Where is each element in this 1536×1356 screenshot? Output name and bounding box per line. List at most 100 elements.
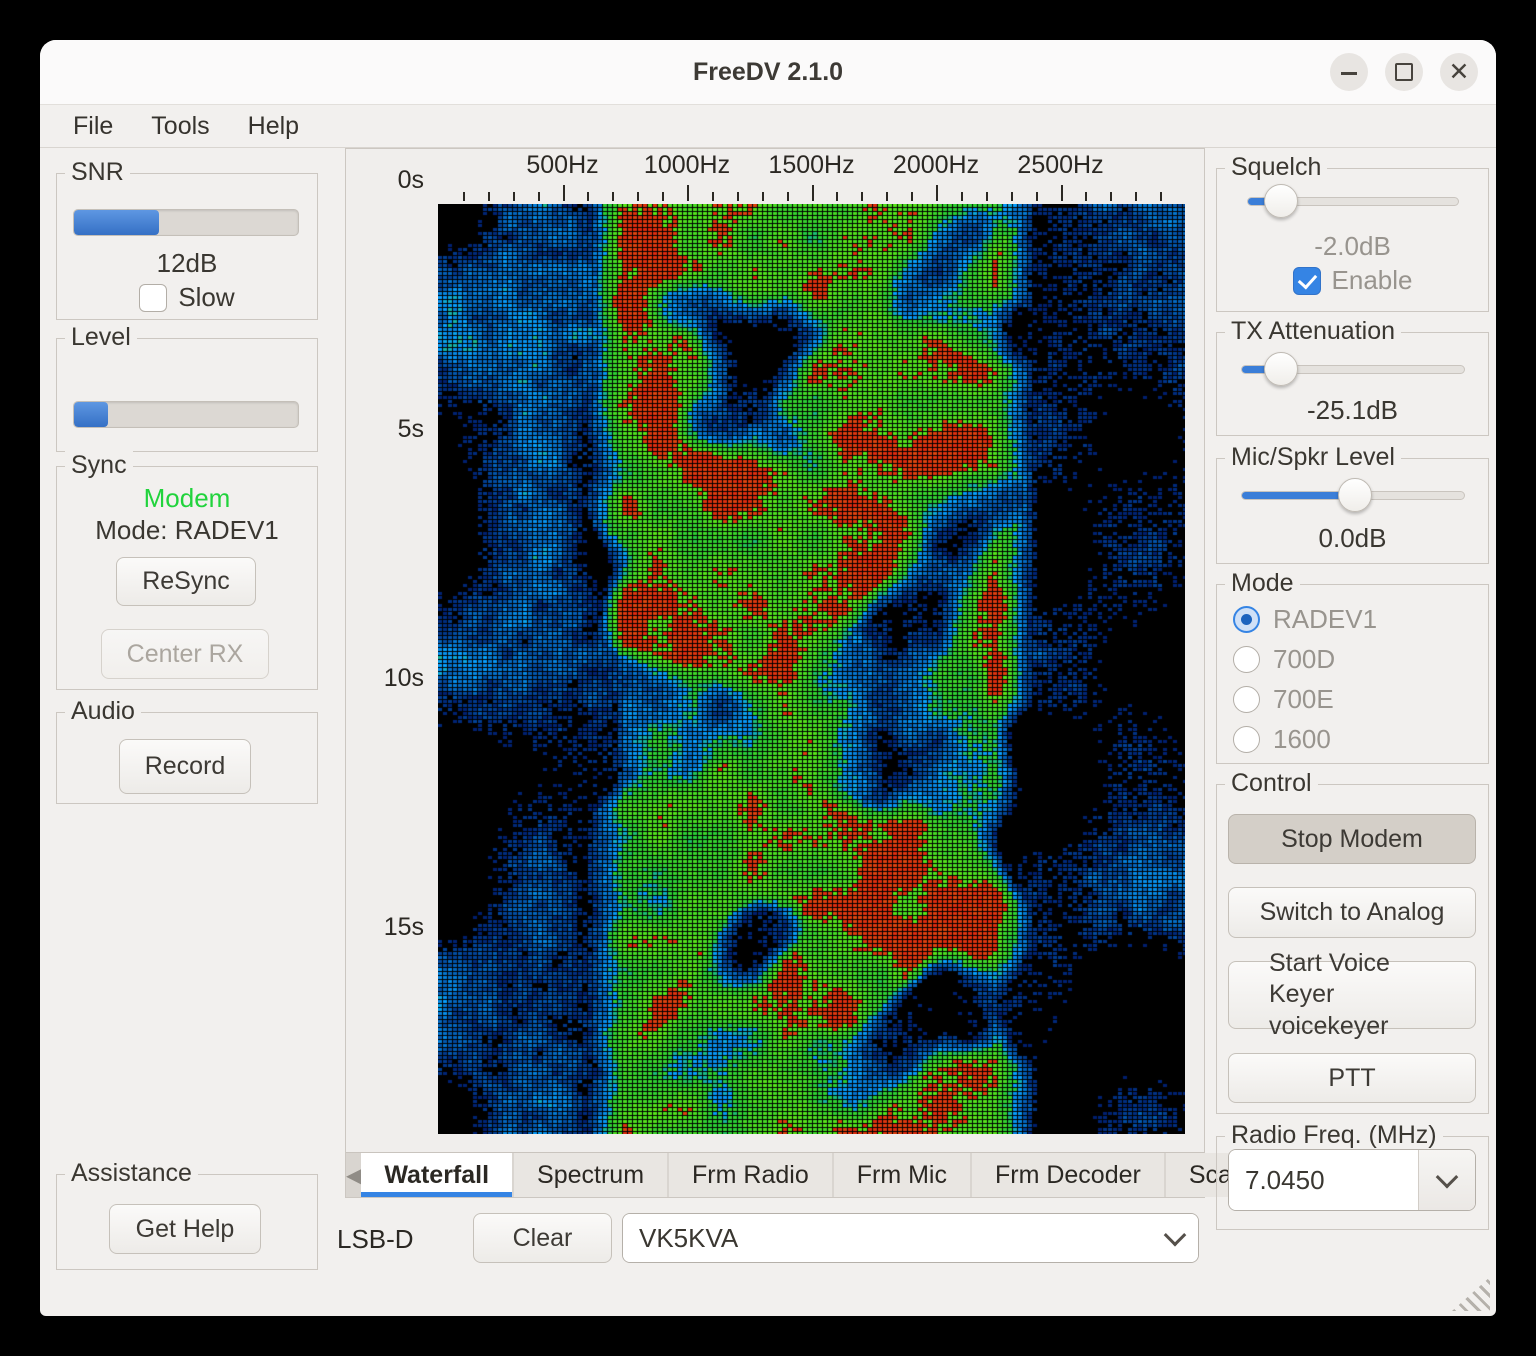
radio-freq-input[interactable] xyxy=(1229,1150,1418,1210)
freq-tick xyxy=(1011,192,1013,201)
sync-group-label: Sync xyxy=(65,451,133,480)
get-help-button[interactable]: Get Help xyxy=(109,1204,261,1254)
squelch-enable-label[interactable]: Enable xyxy=(1332,265,1413,296)
minimize-button[interactable] xyxy=(1330,53,1368,91)
mic-spkr-slider[interactable] xyxy=(1241,477,1465,513)
mode-option-700d[interactable]: 700D xyxy=(1217,639,1488,679)
tab-bar: ◀ WaterfallSpectrumFrm RadioFrm MicFrm D… xyxy=(346,1152,1204,1197)
slow-checkbox[interactable] xyxy=(139,284,167,312)
record-button[interactable]: Record xyxy=(119,739,251,794)
audio-group: Audio Record xyxy=(56,712,318,804)
freq-tick xyxy=(587,192,589,201)
mic-spkr-level-group-label: Mic/Spkr Level xyxy=(1225,443,1401,472)
center-rx-button[interactable]: Center RX xyxy=(101,629,269,679)
time-tick-label: 10s xyxy=(354,664,424,693)
freq-tick xyxy=(612,192,614,201)
freq-tick-label: 2500Hz xyxy=(1017,151,1103,180)
squelch-slider[interactable] xyxy=(1247,183,1459,219)
freq-tick xyxy=(836,192,838,201)
freq-tick xyxy=(513,192,515,201)
mode-group-label: Mode xyxy=(1225,569,1300,598)
clear-button[interactable]: Clear xyxy=(473,1213,612,1263)
level-gauge-fill xyxy=(74,402,108,427)
sync-status: Modem xyxy=(57,483,317,514)
radio-button-icon[interactable] xyxy=(1233,726,1260,753)
menu-item-help[interactable]: Help xyxy=(229,105,318,147)
freq-tick xyxy=(538,192,540,201)
freq-tick xyxy=(1085,192,1087,201)
tx-attenuation-group: TX Attenuation -25.1dB xyxy=(1216,332,1489,436)
freq-tick-label: 1500Hz xyxy=(768,151,854,180)
radio-button-icon[interactable] xyxy=(1233,686,1260,713)
stop-modem-button[interactable]: Stop Modem xyxy=(1228,814,1476,864)
freq-tick xyxy=(1160,192,1162,201)
tab-frm-radio[interactable]: Frm Radio xyxy=(669,1153,832,1197)
menu-item-tools[interactable]: Tools xyxy=(132,105,228,147)
freedv-window: FreeDV 2.1.0 ✕ FileToolsHelp SNR 12dB Sl… xyxy=(40,40,1496,1316)
radio-freq-dropdown-button[interactable] xyxy=(1418,1150,1475,1210)
freq-tick-label: 500Hz xyxy=(526,151,598,180)
mode-group: Mode RADEV1700D700E1600 xyxy=(1216,584,1489,764)
menu-item-file[interactable]: File xyxy=(54,105,132,147)
sync-group: Sync Modem Mode: RADEV1 ReSync Center RX xyxy=(56,466,318,690)
time-tick-label: 5s xyxy=(354,415,424,444)
mode-option-700e[interactable]: 700E xyxy=(1217,679,1488,719)
freq-tick-label: 1000Hz xyxy=(644,151,730,180)
radio-freq-group-label: Radio Freq. (MHz) xyxy=(1225,1121,1443,1150)
start-voice-keyer-button[interactable]: Start Voice Keyer voicekeyer xyxy=(1228,961,1476,1029)
tab-frm-decoder[interactable]: Frm Decoder xyxy=(972,1153,1164,1197)
maximize-button[interactable] xyxy=(1385,53,1423,91)
radio-button-icon[interactable] xyxy=(1233,646,1260,673)
tab-spectrum[interactable]: Spectrum xyxy=(514,1153,667,1197)
radio-button-icon[interactable] xyxy=(1233,606,1260,633)
squelch-group-label: Squelch xyxy=(1225,153,1327,182)
slow-checkbox-label[interactable]: Slow xyxy=(178,282,234,313)
freq-tick xyxy=(861,192,863,201)
freq-tick xyxy=(812,185,814,201)
freq-tick xyxy=(488,192,490,201)
snr-gauge-fill xyxy=(74,210,159,235)
squelch-enable-checkbox[interactable] xyxy=(1293,267,1321,295)
control-group-label: Control xyxy=(1225,769,1318,798)
mic-spkr-slider-handle[interactable] xyxy=(1338,478,1372,512)
mode-option-label: 700D xyxy=(1273,644,1335,675)
callsign-combo xyxy=(622,1213,1199,1263)
callsign-input[interactable] xyxy=(623,1214,1152,1262)
mode-option-1600[interactable]: 1600 xyxy=(1217,719,1488,759)
desktop: { "window": { "title": "FreeDV 2.1.0", "… xyxy=(0,0,1536,1356)
resize-grip[interactable] xyxy=(1452,1277,1490,1311)
freq-tick xyxy=(787,192,789,201)
callsign-dropdown-button[interactable] xyxy=(1152,1214,1198,1262)
tx-attenuation-slider[interactable] xyxy=(1241,351,1465,387)
freq-tick xyxy=(463,192,465,201)
close-button[interactable]: ✕ xyxy=(1440,53,1478,91)
chevron-down-icon xyxy=(1436,1166,1459,1189)
squelch-group: Squelch -2.0dB Enable xyxy=(1216,168,1489,312)
mic-spkr-value: 0.0dB xyxy=(1217,523,1488,554)
frequency-ticks xyxy=(346,185,1204,201)
minimize-icon xyxy=(1341,72,1357,75)
mic-spkr-level-group: Mic/Spkr Level 0.0dB xyxy=(1216,458,1489,564)
switch-to-analog-button[interactable]: Switch to Analog xyxy=(1228,887,1476,938)
freq-tick xyxy=(662,192,664,201)
tx-attenuation-slider-handle[interactable] xyxy=(1264,352,1298,386)
freq-tick xyxy=(637,192,639,201)
mode-option-label: 1600 xyxy=(1273,724,1331,755)
mode-option-radev1[interactable]: RADEV1 xyxy=(1217,599,1488,639)
rig-mode-label: LSB-D xyxy=(337,1224,414,1255)
waterfall-canvas[interactable] xyxy=(438,204,1185,1134)
chevron-down-icon xyxy=(1164,1224,1187,1247)
freq-tick xyxy=(687,185,689,201)
ptt-button[interactable]: PTT xyxy=(1228,1053,1476,1103)
menubar: FileToolsHelp xyxy=(40,105,1496,148)
tab-scroll-left-icon[interactable]: ◀ xyxy=(346,1153,361,1197)
resync-button[interactable]: ReSync xyxy=(116,557,256,606)
squelch-slider-handle[interactable] xyxy=(1264,184,1298,218)
freq-tick xyxy=(712,192,714,201)
tab-waterfall[interactable]: Waterfall xyxy=(361,1153,512,1197)
tx-attenuation-value: -25.1dB xyxy=(1217,395,1488,426)
assistance-group: Assistance Get Help xyxy=(56,1174,318,1270)
maximize-icon xyxy=(1395,63,1413,81)
tab-frm-mic[interactable]: Frm Mic xyxy=(834,1153,970,1197)
squelch-value: -2.0dB xyxy=(1217,231,1488,262)
